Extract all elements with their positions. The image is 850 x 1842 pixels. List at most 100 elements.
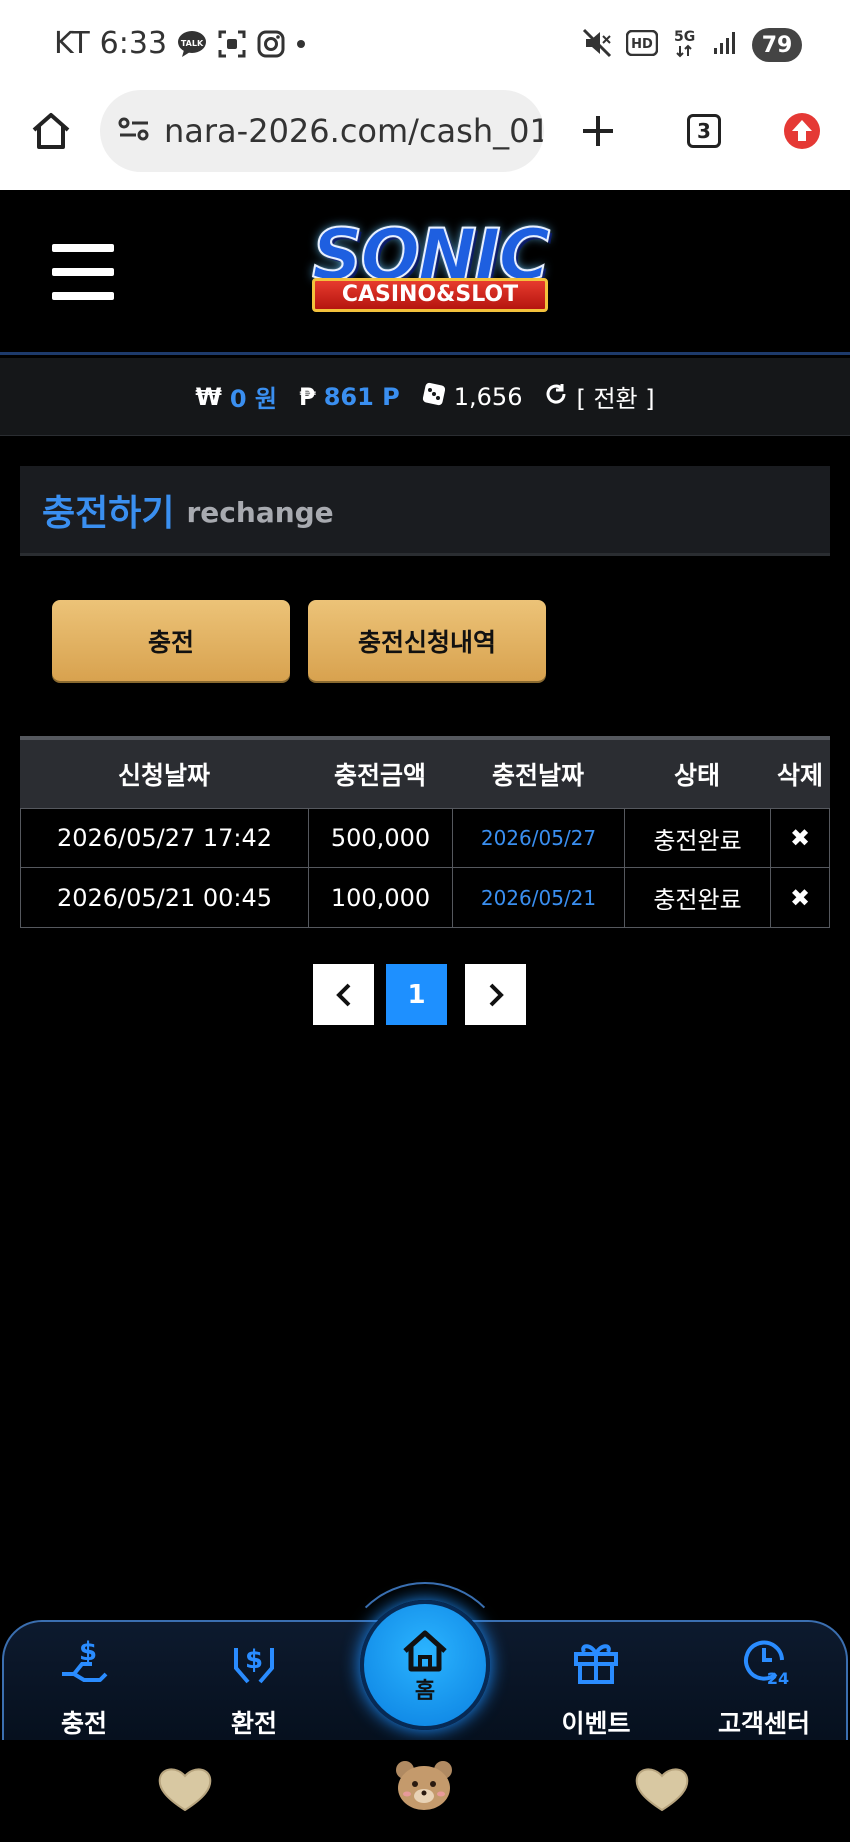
nav-support-label: 고객센터 (717, 1709, 810, 1738)
nav-support[interactable]: 24 고객센터 (694, 1634, 834, 1740)
system-gesture-bar (0, 1740, 850, 1842)
svg-text:24: 24 (767, 1669, 789, 1688)
talk-text: TALK (181, 39, 204, 48)
cash-balance-value: 0 원 (229, 385, 277, 413)
battery-level: 79 (752, 28, 802, 62)
svg-text:$: $ (79, 1637, 97, 1667)
home-outline-icon (32, 113, 70, 149)
heart-sticker-icon (158, 1768, 212, 1812)
column-header-charge-date: 충전날짜 (491, 761, 584, 790)
point-balance-value: 861 P (323, 382, 400, 411)
column-header-delete: 삭제 (776, 761, 823, 790)
status-left: KT 6:33 TALK (54, 26, 307, 61)
column-header-status: 상태 (673, 761, 720, 790)
new-tab-button[interactable] (576, 90, 620, 172)
network-text: 5G (674, 29, 695, 45)
site-settings-icon[interactable] (118, 115, 150, 147)
point-balance: ₱ 861 P (299, 383, 400, 411)
url-text[interactable]: nara-2026.com/cash_01 (164, 112, 544, 150)
plus-icon (583, 116, 613, 146)
bear-sticker-icon (396, 1761, 452, 1810)
browser-toolbar: nara-2026.com/cash_01 3 (0, 90, 850, 190)
menu-button[interactable] (52, 244, 114, 300)
site-logo[interactable]: SONIC CASINO&SLOT (272, 213, 588, 324)
update-arrow-icon (784, 113, 820, 149)
request-date-cell: 2026/05/21 00:45 (20, 868, 308, 927)
next-page-button[interactable] (465, 964, 526, 1025)
chevron-right-icon (489, 983, 504, 1006)
charge-history-button[interactable]: 충전신청내역 (308, 600, 546, 681)
bottom-navigation: $ 충전 $ 환전 홈 이벤트 24 고객센터 (0, 1582, 850, 1842)
delete-button[interactable]: ✖ (770, 809, 830, 867)
nav-deposit-label: 충전 (60, 1709, 107, 1738)
won-icon: ₩ (195, 382, 222, 411)
nav-withdraw[interactable]: $ 환전 (184, 1634, 324, 1740)
request-date-cell: 2026/05/27 17:42 (20, 809, 308, 867)
withdraw-icon: $ (234, 1645, 274, 1684)
table-row: 2026/05/21 00:45 100,000 2026/05/21 충전완료… (20, 868, 830, 928)
column-header-request-date: 신청날짜 (117, 761, 210, 790)
tab-count: 3 (687, 114, 721, 148)
column-header-amount: 충전금액 (333, 761, 426, 790)
cash-balance: ₩ 0 원 (195, 379, 277, 414)
convert-label: [ 전환 ] (576, 385, 655, 413)
prev-page-button[interactable] (313, 964, 374, 1025)
support-24-icon: 24 (744, 1640, 789, 1688)
mute-icon (582, 28, 612, 62)
status-cell: 충전완료 (624, 809, 770, 867)
svg-text:$: $ (245, 1645, 263, 1675)
menu-bar-icon (52, 244, 114, 252)
balance-bar: ₩ 0 원 ₱ 861 P 1,656 [ 전환 ] (0, 358, 850, 436)
nav-deposit[interactable]: $ 충전 (14, 1634, 154, 1740)
signal-icon (712, 30, 738, 60)
page-subtitle: rechange (186, 496, 334, 529)
instagram-icon (257, 30, 285, 58)
amount-cell: 100,000 (308, 868, 452, 927)
network-5g-icon: 5G (672, 28, 698, 62)
charge-date-cell: 2026/05/27 (452, 809, 624, 867)
deposit-icon: $ (62, 1637, 108, 1682)
site-header: SONIC CASINO&SLOT (0, 190, 850, 355)
update-button[interactable] (780, 90, 824, 172)
clock: 6:33 (99, 26, 168, 61)
screenshot-icon (217, 29, 247, 59)
address-bar[interactable]: nara-2026.com/cash_01 (100, 90, 544, 172)
table-header: 신청날짜 충전금액 충전날짜 상태 삭제 (20, 736, 830, 808)
table-row: 2026/05/27 17:42 500,000 2026/05/27 충전완료… (20, 808, 830, 868)
heart-sticker-icon (635, 1768, 689, 1812)
amount-cell: 500,000 (308, 809, 452, 867)
charge-date-cell: 2026/05/21 (452, 868, 624, 927)
delete-button[interactable]: ✖ (770, 868, 830, 927)
notification-dot-icon (295, 38, 307, 50)
dice-balance-value: 1,656 (453, 382, 523, 411)
menu-bar-icon (52, 292, 114, 300)
point-icon: ₱ (299, 382, 316, 411)
menu-bar-icon (52, 268, 114, 276)
nav-withdraw-label: 환전 (230, 1709, 277, 1738)
page-button-current[interactable]: 1 (386, 964, 447, 1025)
status-cell: 충전완료 (624, 868, 770, 927)
tab-switcher-button[interactable]: 3 (682, 90, 726, 172)
kakaotalk-icon: TALK (177, 30, 207, 58)
nav-event-label: 이벤트 (561, 1709, 631, 1738)
home-button[interactable] (28, 90, 74, 172)
page-title: 충전하기 (42, 492, 175, 534)
refresh-icon (544, 382, 568, 412)
home-icon (403, 1630, 447, 1672)
chevron-left-icon (335, 983, 350, 1006)
nav-home-label: 홈 (414, 1679, 436, 1704)
hd-icon: HD (625, 29, 659, 60)
hd-text: HD (631, 37, 653, 52)
dice-balance: 1,656 (422, 382, 523, 412)
status-bar: KT 6:33 TALK HD 5G 79 (0, 0, 850, 90)
page-title-bar: 충전하기 rechange (20, 466, 830, 556)
gift-icon (574, 1644, 618, 1684)
nav-home[interactable]: 홈 (360, 1600, 490, 1730)
convert-button[interactable]: [ 전환 ] (544, 379, 655, 414)
dice-icon (422, 382, 446, 412)
carrier-label: KT (54, 26, 90, 61)
charge-button[interactable]: 충전 (52, 600, 290, 681)
charge-history-table: 신청날짜 충전금액 충전날짜 상태 삭제 2026/05/27 17:42 50… (20, 736, 830, 928)
nav-event[interactable]: 이벤트 (526, 1634, 666, 1740)
status-right: HD 5G 79 (582, 28, 802, 62)
